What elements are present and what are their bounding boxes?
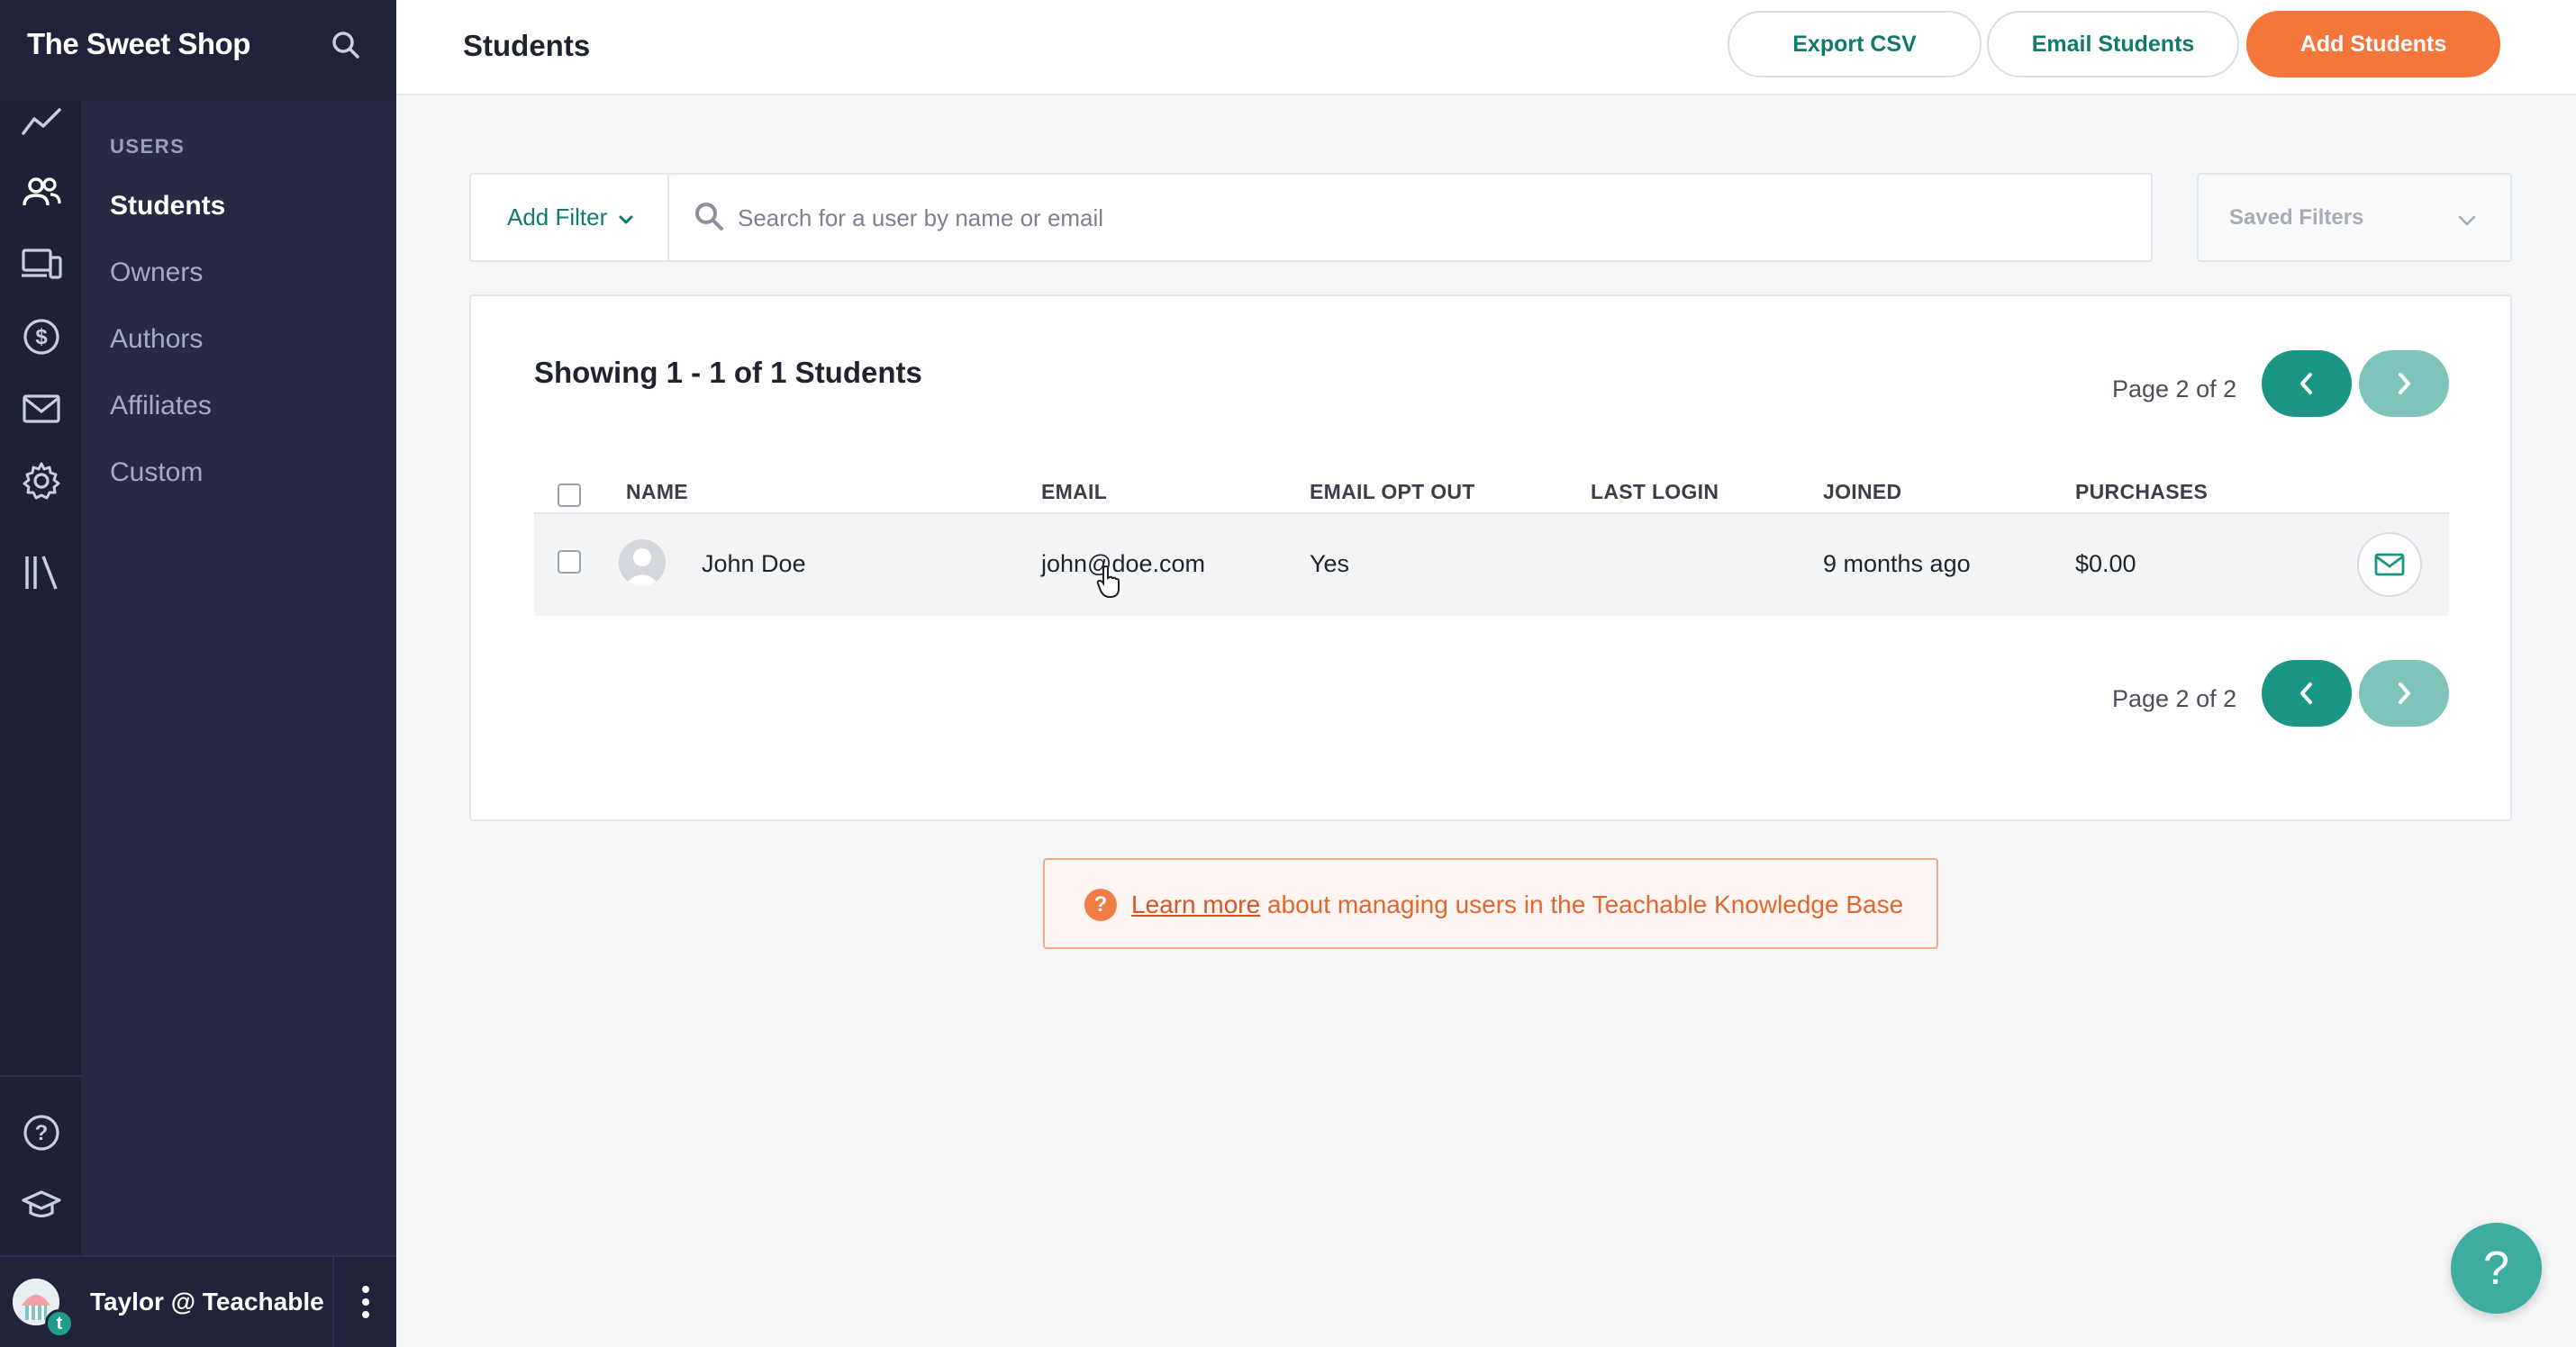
- user-name[interactable]: Taylor @ Teachable: [90, 1288, 324, 1316]
- top-bar: Students Export CSV Email Students Add S…: [396, 0, 2576, 95]
- saved-filters-dropdown[interactable]: Saved Filters: [2197, 173, 2512, 262]
- svg-text:?: ?: [35, 1121, 49, 1145]
- graduation-cap-icon[interactable]: [20, 1183, 63, 1226]
- users-icon[interactable]: [20, 171, 63, 214]
- icon-rail: $ ?: [0, 101, 81, 1256]
- column-header-joined[interactable]: JOINED: [1823, 480, 1901, 504]
- page-indicator: Page 2 of 2: [2112, 375, 2237, 402]
- sidebar-item-custom[interactable]: Custom: [110, 457, 203, 488]
- add-filter-label: Add Filter: [507, 203, 608, 231]
- sidebar-item-affiliates[interactable]: Affiliates: [110, 391, 212, 421]
- question-icon: ?: [1084, 889, 1117, 921]
- export-csv-button[interactable]: Export CSV: [1728, 11, 1982, 77]
- divider: [332, 1257, 334, 1347]
- brand-bar: The Sweet Shop: [0, 0, 396, 101]
- knowledge-base-text: Learn more about managing users in the T…: [1131, 890, 1903, 919]
- user-bar: t Taylor @ Teachable: [0, 1255, 396, 1347]
- gear-icon[interactable]: [20, 459, 63, 502]
- column-header-name[interactable]: NAME: [626, 480, 688, 504]
- knowledge-base-notice: ? Learn more about managing users in the…: [1043, 858, 1938, 949]
- library-icon[interactable]: [20, 551, 63, 594]
- student-email[interactable]: john@doe.com: [1041, 550, 1205, 578]
- saved-filters-label: Saved Filters: [2229, 204, 2364, 230]
- column-header-email-opt-out[interactable]: EMAIL OPT OUT: [1310, 480, 1475, 504]
- sidebar-item-owners[interactable]: Owners: [110, 258, 203, 288]
- student-name[interactable]: John Doe: [702, 550, 806, 578]
- next-page-button[interactable]: [2359, 660, 2449, 727]
- results-count: Showing 1 - 1 of 1 Students: [534, 356, 922, 389]
- previous-page-button[interactable]: [2262, 350, 2352, 417]
- sidebar: The Sweet Shop $ ? USERS Students Owners…: [0, 0, 396, 1347]
- student-joined: 9 months ago: [1823, 550, 1971, 577]
- user-badge: t: [45, 1309, 74, 1338]
- sidebar-item-students[interactable]: Students: [110, 191, 225, 221]
- rail-divider: [0, 1075, 81, 1077]
- sidebar-item-authors[interactable]: Authors: [110, 324, 203, 355]
- analytics-icon[interactable]: [20, 101, 63, 144]
- select-all-checkbox[interactable]: [558, 484, 581, 507]
- filter-bar: Add Filter: [469, 173, 2153, 262]
- nav-section-heading: USERS: [110, 135, 186, 158]
- search-icon: [693, 200, 727, 234]
- students-card: Showing 1 - 1 of 1 Students Page 2 of 2 …: [469, 294, 2512, 821]
- help-circle-icon[interactable]: ?: [20, 1111, 63, 1154]
- mail-icon: [2374, 553, 2405, 576]
- previous-page-button[interactable]: [2262, 660, 2352, 727]
- chevron-down-icon: [618, 203, 634, 231]
- add-filter-button[interactable]: Add Filter: [471, 175, 669, 260]
- mail-icon[interactable]: [20, 387, 63, 430]
- search-icon[interactable]: [328, 27, 364, 63]
- column-header-purchases[interactable]: PURCHASES: [2075, 480, 2208, 504]
- add-students-button[interactable]: Add Students: [2246, 11, 2500, 77]
- learn-more-link[interactable]: Learn more: [1131, 890, 1260, 918]
- column-header-email[interactable]: EMAIL: [1041, 480, 1107, 504]
- pointer-cursor-icon: [1095, 564, 1122, 600]
- page-indicator: Page 2 of 2: [2112, 685, 2237, 712]
- devices-icon[interactable]: [20, 243, 63, 286]
- table-row[interactable]: John Doe john@doe.com Yes 9 months ago $…: [534, 512, 2449, 616]
- student-purchases: $0.00: [2075, 550, 2136, 577]
- school-name[interactable]: The Sweet Shop: [27, 27, 250, 61]
- svg-text:$: $: [35, 325, 48, 349]
- more-vertical-icon[interactable]: [348, 1275, 384, 1329]
- search-input[interactable]: [738, 193, 2125, 243]
- email-student-button[interactable]: [2357, 532, 2422, 597]
- knowledge-base-rest: about managing users in the Teachable Kn…: [1260, 890, 1904, 918]
- next-page-button[interactable]: [2359, 350, 2449, 417]
- dollar-icon[interactable]: $: [20, 315, 63, 358]
- help-button[interactable]: ?: [2451, 1223, 2542, 1314]
- email-students-button[interactable]: Email Students: [1987, 11, 2239, 77]
- page-title: Students: [463, 29, 591, 62]
- avatar: [619, 539, 666, 586]
- chevron-down-icon: [2456, 209, 2478, 234]
- column-header-last-login[interactable]: LAST LOGIN: [1591, 480, 1719, 504]
- row-checkbox[interactable]: [558, 550, 581, 574]
- student-email-opt-out: Yes: [1310, 550, 1350, 577]
